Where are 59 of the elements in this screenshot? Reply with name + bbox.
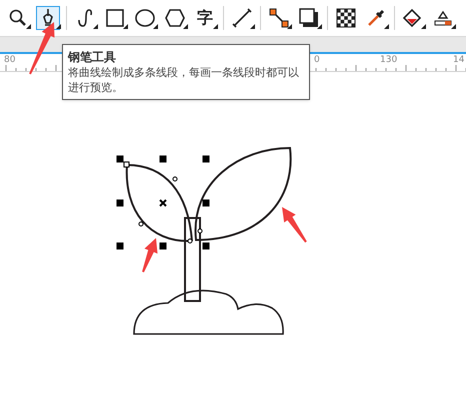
eyedropper-icon — [366, 8, 386, 28]
flyout-triangle-icon — [384, 24, 389, 29]
ruler-label: 14 — [453, 56, 464, 65]
tool-button[interactable] — [401, 6, 425, 30]
tool-button[interactable] — [103, 6, 127, 30]
line-icon — [232, 8, 252, 28]
selection-handle[interactable] — [116, 242, 124, 250]
tool-button[interactable]: 字 — [193, 6, 217, 30]
tool-button[interactable] — [297, 6, 321, 30]
selection-handle[interactable] — [160, 156, 166, 162]
paint-bucket-icon — [402, 8, 424, 28]
flyout-triangle-icon — [250, 24, 255, 29]
tooltip-description: 将曲线绘制成多条线段，每画一条线段时都可以进行预览。 — [68, 65, 300, 95]
rectangle-icon — [106, 9, 124, 27]
connector-icon — [269, 8, 289, 28]
flyout-triangle-icon — [93, 24, 98, 29]
selection-handle[interactable] — [202, 200, 210, 206]
flyout-triangle-icon — [317, 24, 322, 29]
selection-handle[interactable] — [160, 242, 166, 250]
curve-icon — [77, 8, 93, 28]
center-mark-icon — [159, 199, 167, 207]
ruler-label: 80 — [4, 56, 16, 65]
annotation-arrow — [282, 207, 307, 243]
flyout-triangle-icon — [123, 24, 128, 29]
node-marker[interactable] — [198, 228, 202, 234]
text-tool-label: 字 — [197, 10, 213, 26]
node-marker[interactable] — [124, 162, 130, 168]
selection-handle[interactable] — [116, 200, 124, 206]
ellipse-icon — [135, 9, 155, 27]
flyout-triangle-icon — [213, 24, 218, 29]
checkerboard-icon — [336, 8, 356, 28]
node-marker[interactable] — [172, 176, 178, 182]
tool-button[interactable] — [133, 6, 157, 30]
hexagon-icon — [165, 9, 185, 27]
tool-button[interactable] — [36, 6, 60, 30]
search-icon — [9, 9, 27, 27]
selection-handle[interactable] — [202, 242, 210, 250]
node-marker[interactable] — [188, 238, 192, 244]
tooltip-title: 钢笔工具 — [68, 49, 117, 65]
tool-button[interactable] — [230, 6, 254, 30]
annotation-arrow — [142, 238, 158, 272]
flyout-triangle-icon — [153, 24, 158, 29]
drop-shadow-icon — [299, 8, 319, 28]
flyout-triangle-icon — [26, 24, 31, 29]
flyout-triangle-icon — [183, 24, 188, 29]
annotation-arrow — [29, 22, 54, 74]
selection-handle[interactable] — [202, 156, 210, 162]
flyout-triangle-icon — [287, 24, 292, 29]
flyout-triangle-icon — [421, 24, 426, 29]
tool-button[interactable] — [267, 6, 291, 30]
selection-handle[interactable] — [116, 156, 124, 162]
pen-nib-icon — [41, 8, 55, 28]
node-marker[interactable] — [138, 222, 144, 226]
flyout-triangle-icon — [451, 24, 456, 29]
ruler-label: 130 — [380, 56, 398, 65]
tool-button[interactable] — [163, 6, 187, 30]
outline-pen-icon — [433, 8, 453, 28]
ruler-label: 0 — [314, 56, 320, 65]
tool-button[interactable] — [334, 6, 358, 30]
